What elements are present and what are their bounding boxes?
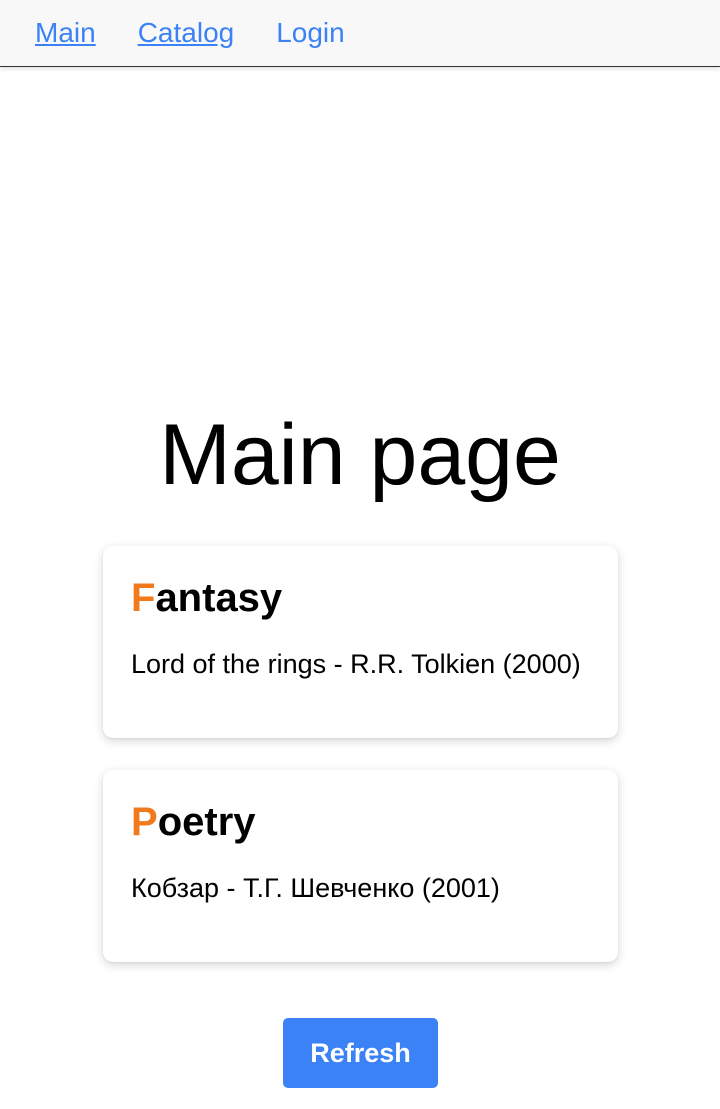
nav-link-login[interactable]: Login xyxy=(276,19,345,47)
genre-heading: Fantasy xyxy=(131,576,590,620)
book-entry: Кобзар - Т.Г. Шевченко (2001) xyxy=(131,873,500,903)
genre-initial: P xyxy=(131,800,158,844)
book-entry: Lord of the rings - R.R. Tolkien (2000) xyxy=(131,649,581,679)
genre-heading-rest: oetry xyxy=(157,800,256,844)
nav-link-catalog[interactable]: Catalog xyxy=(138,19,235,47)
genre-card-poetry: Poetry Кобзар - Т.Г. Шевченко (2001) xyxy=(103,770,618,962)
page-title: Main page xyxy=(159,407,561,503)
refresh-button[interactable]: Refresh xyxy=(283,1018,438,1088)
genre-heading-rest: antasy xyxy=(155,576,283,620)
genre-card-fantasy: Fantasy Lord of the rings - R.R. Tolkien… xyxy=(103,546,618,738)
nav-link-main[interactable]: Main xyxy=(35,19,96,47)
genre-initial: F xyxy=(131,576,156,620)
genre-heading: Poetry xyxy=(131,800,590,844)
top-navbar: Main Catalog Login xyxy=(0,0,720,67)
